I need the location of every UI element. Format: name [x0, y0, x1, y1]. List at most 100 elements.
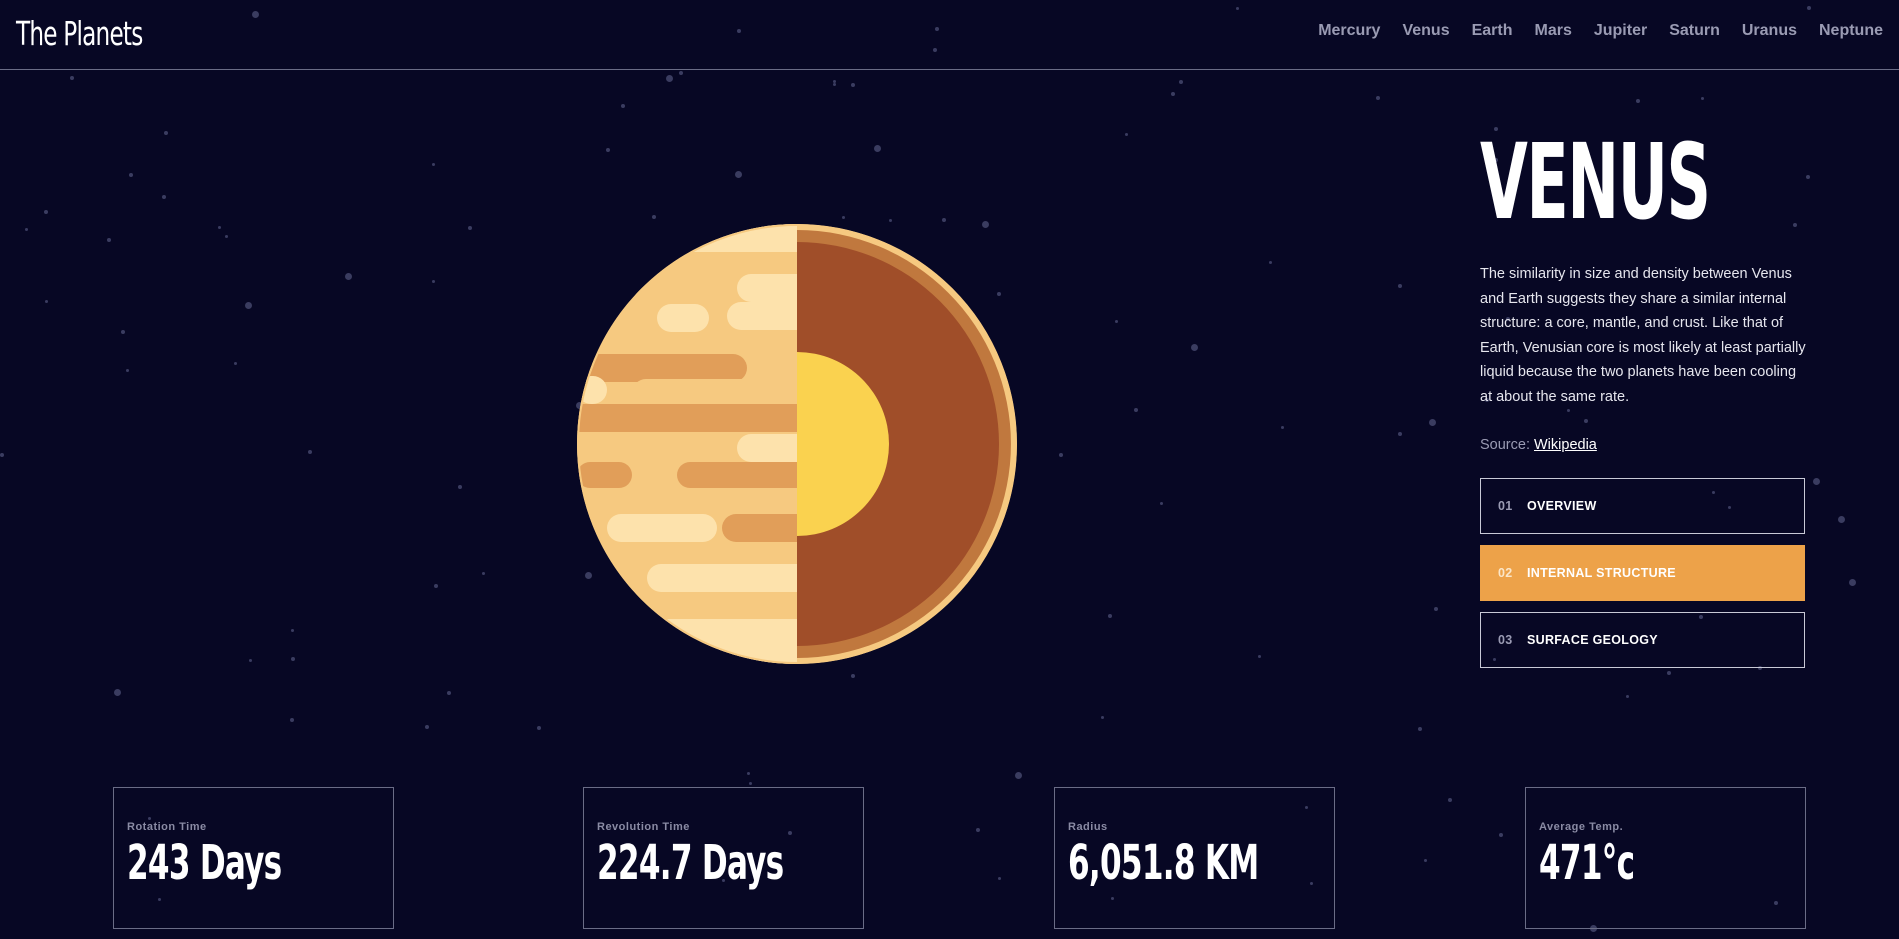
tab-label: SURFACE GEOLOGY: [1527, 633, 1658, 647]
star: [45, 300, 48, 303]
star: [1838, 516, 1845, 523]
star: [1015, 772, 1022, 779]
nav-item-mercury[interactable]: Mercury: [1318, 22, 1380, 40]
star: [70, 76, 74, 80]
stat-average-temp: Average Temp. 471°c: [1525, 787, 1806, 929]
star: [1813, 478, 1820, 485]
star: [1059, 453, 1063, 457]
star: [1701, 97, 1704, 100]
star: [1667, 671, 1671, 675]
star: [121, 330, 125, 334]
planet-name: VENUS: [1480, 121, 1711, 243]
star: [25, 228, 28, 231]
star: [447, 691, 451, 695]
star: [290, 718, 294, 722]
stat-rotation-time: Rotation Time 243 Days: [113, 787, 394, 929]
nav-item-venus[interactable]: Venus: [1402, 22, 1449, 40]
star: [1376, 96, 1380, 100]
venus-internal-structure-icon: [577, 224, 1017, 664]
stat-label: Revolution Time: [597, 821, 690, 833]
nav-item-mars[interactable]: Mars: [1535, 22, 1572, 40]
star: [1258, 655, 1261, 658]
star: [833, 83, 836, 86]
star: [1849, 579, 1856, 586]
star: [1626, 695, 1629, 698]
star: [851, 83, 855, 87]
star: [1171, 92, 1175, 96]
star: [1179, 80, 1183, 84]
star: [482, 572, 485, 575]
star: [129, 173, 133, 177]
star: [666, 75, 673, 82]
star: [1429, 419, 1436, 426]
star: [291, 657, 295, 661]
tab-number: 02: [1498, 566, 1513, 580]
star: [851, 674, 855, 678]
stat-revolution-time: Revolution Time 224.7 Days: [583, 787, 864, 929]
star: [434, 584, 438, 588]
star: [1448, 798, 1452, 802]
stat-label: Radius: [1068, 821, 1108, 833]
star: [749, 782, 752, 785]
star: [1398, 284, 1402, 288]
star: [1281, 426, 1284, 429]
site-logo[interactable]: The Planets: [16, 14, 143, 53]
stat-radius: Radius 6,051.8 KM: [1054, 787, 1335, 929]
star: [735, 171, 742, 178]
star: [833, 80, 836, 83]
star: [537, 726, 541, 730]
star: [1125, 133, 1128, 136]
source-label: Source:: [1480, 437, 1534, 453]
nav-item-saturn[interactable]: Saturn: [1669, 22, 1720, 40]
nav-item-uranus[interactable]: Uranus: [1742, 22, 1797, 40]
star: [1499, 833, 1503, 837]
tab-label: OVERVIEW: [1527, 499, 1597, 513]
star: [889, 219, 892, 222]
star: [1108, 614, 1112, 618]
stat-label: Rotation Time: [127, 821, 207, 833]
tab-overview[interactable]: 01 OVERVIEW: [1480, 478, 1805, 534]
star: [245, 302, 252, 309]
tab-number: 01: [1498, 499, 1513, 513]
star: [126, 369, 129, 372]
source-line: Source: Wikipedia: [1480, 437, 1805, 453]
star: [432, 163, 435, 166]
star: [218, 226, 221, 229]
star: [249, 659, 252, 662]
star: [652, 215, 656, 219]
star: [1134, 408, 1138, 412]
tab-internal-structure[interactable]: 02 INTERNAL STRUCTURE: [1480, 545, 1805, 601]
view-tabs: 01 OVERVIEW 02 INTERNAL STRUCTURE 03 SUR…: [1480, 478, 1805, 668]
site-header: The Planets Mercury Venus Earth Mars Jup…: [0, 0, 1899, 70]
star: [842, 216, 845, 219]
star: [162, 195, 166, 199]
page: The Planets Mercury Venus Earth Mars Jup…: [0, 0, 1899, 939]
stat-label: Average Temp.: [1539, 821, 1624, 833]
star: [234, 362, 237, 365]
nav-item-jupiter[interactable]: Jupiter: [1594, 22, 1647, 40]
planet-info: VENUS The similarity in size and density…: [1480, 121, 1806, 668]
star: [606, 148, 610, 152]
star: [1398, 432, 1402, 436]
planet-illustration: [577, 224, 1017, 664]
star: [621, 104, 625, 108]
star: [1191, 344, 1198, 351]
star: [468, 226, 472, 230]
nav-item-neptune[interactable]: Neptune: [1819, 22, 1883, 40]
nav-item-earth[interactable]: Earth: [1472, 22, 1513, 40]
tab-label: INTERNAL STRUCTURE: [1527, 566, 1676, 580]
star: [942, 218, 946, 222]
star: [1636, 99, 1640, 103]
star: [679, 71, 683, 75]
planet-description: The similarity in size and density betwe…: [1480, 266, 1806, 405]
star: [1418, 727, 1422, 731]
star: [164, 131, 168, 135]
star: [114, 689, 121, 696]
star: [225, 235, 228, 238]
tab-surface-geology[interactable]: 03 SURFACE GEOLOGY: [1480, 612, 1805, 668]
planet-nav: Mercury Venus Earth Mars Jupiter Saturn …: [1318, 22, 1883, 40]
star: [44, 210, 48, 214]
star: [976, 828, 980, 832]
source-link[interactable]: Wikipedia: [1534, 437, 1597, 453]
stat-value: 243 Days: [127, 835, 282, 891]
